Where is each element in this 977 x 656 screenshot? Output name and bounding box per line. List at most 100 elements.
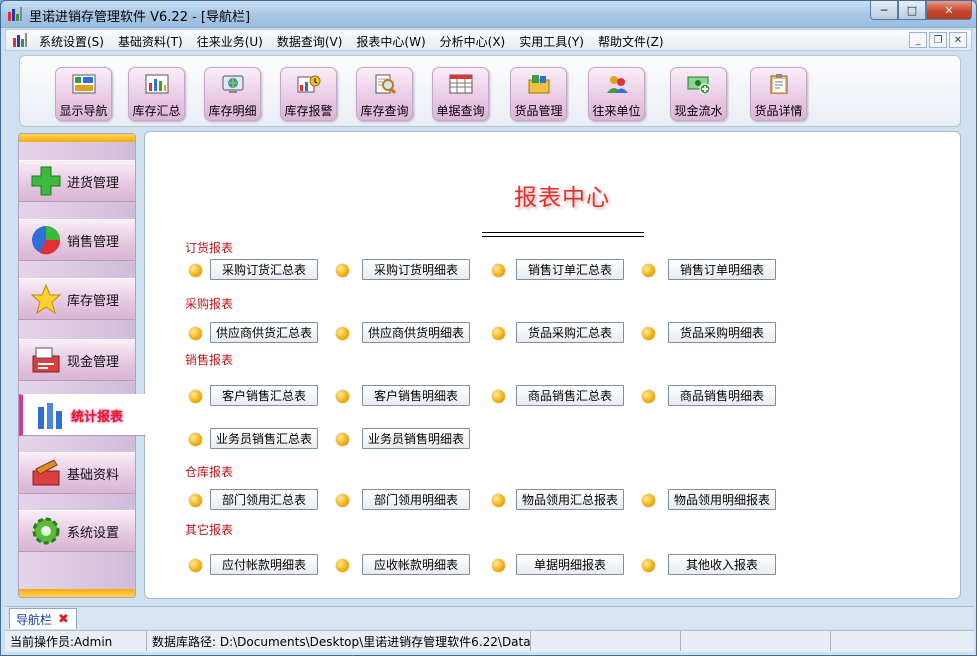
sidebar-item-cash[interactable]: 现金管理: [19, 339, 135, 381]
toolbar-goods-manage-button[interactable]: 货品管理: [510, 67, 567, 121]
status-panel-empty: [531, 631, 681, 651]
menu-help[interactable]: 帮助文件(Z): [598, 33, 664, 50]
toolbar-doc-query-button[interactable]: 单据查询: [432, 67, 489, 121]
bar-stats-icon: [33, 398, 67, 432]
status-panel-empty: [681, 631, 831, 651]
bullet-icon: [336, 327, 349, 340]
mdi-minimize-button[interactable]: _: [909, 32, 927, 48]
menu-app-icon[interactable]: [12, 33, 28, 47]
report-button[interactable]: 业务员销售明细表: [362, 428, 470, 449]
close-button[interactable]: ✕: [926, 1, 972, 20]
sidebar-item-basic-data[interactable]: 基础资料: [19, 452, 135, 494]
report-button[interactable]: 物品领用明细报表: [668, 489, 776, 510]
bullet-icon: [336, 390, 349, 403]
toolbar-stock-detail-button[interactable]: 库存明细: [204, 67, 261, 121]
status-operator: 当前操作员:Admin: [5, 631, 147, 651]
tab-navigation[interactable]: 导航栏 ✖: [9, 608, 77, 629]
section-label-warehouse: 仓库报表: [185, 465, 234, 479]
bullet-icon: [336, 433, 349, 446]
toolbar-contacts-button[interactable]: 往来单位: [588, 67, 645, 121]
bullet-icon: [189, 494, 202, 507]
bullet-icon: [336, 494, 349, 507]
bullet-icon: [642, 494, 655, 507]
cash-register-icon: [29, 343, 63, 377]
toolbar-cash-flow-button[interactable]: 现金流水: [670, 67, 727, 121]
mdi-restore-button[interactable]: ❐: [929, 32, 947, 48]
bullet-icon: [189, 390, 202, 403]
bullet-icon: [492, 264, 505, 277]
report-button[interactable]: 物品领用汇总报表: [516, 489, 624, 510]
report-button[interactable]: 供应商供货明细表: [362, 322, 470, 343]
sidebar-item-inventory[interactable]: 库存管理: [19, 278, 135, 320]
menu-bar: 系统设置(S) 基础资料(T) 往来业务(U) 数据查询(V) 报表中心(W) …: [5, 29, 972, 51]
report-button[interactable]: 其他收入报表: [668, 554, 776, 575]
report-button[interactable]: 客户销售明细表: [362, 385, 470, 406]
section-label-order: 订货报表: [185, 241, 234, 255]
sidebar-item-reports[interactable]: 统计报表: [19, 394, 146, 436]
bullet-icon: [336, 264, 349, 277]
globe-monitor-icon: [220, 73, 246, 95]
minimize-button[interactable]: ─: [870, 1, 898, 20]
menu-tools[interactable]: 实用工具(Y): [519, 33, 584, 50]
maximize-button[interactable]: □: [898, 1, 926, 20]
bullet-icon: [642, 327, 655, 340]
section-label-purchase: 采购报表: [185, 297, 234, 311]
bullet-icon: [642, 264, 655, 277]
gear-icon: [29, 514, 63, 548]
status-db-path: 数据库路径: D:\Documents\Desktop\里诺进销存管理软件6.2…: [147, 631, 531, 651]
section-label-sales: 销售报表: [185, 353, 234, 367]
report-button[interactable]: 应付帐款明细表: [210, 554, 318, 575]
toolbar-show-nav-button[interactable]: 显示导航: [55, 67, 112, 121]
bullet-icon: [336, 559, 349, 572]
report-button[interactable]: 销售订单明细表: [668, 259, 776, 280]
navigation-grid-icon: [71, 73, 97, 95]
menu-report-center[interactable]: 报表中心(W): [356, 33, 425, 50]
toolbox-icon: [29, 456, 63, 490]
toolbar-stock-summary-button[interactable]: 库存汇总: [128, 67, 185, 121]
menu-system-settings[interactable]: 系统设置(S): [39, 33, 104, 50]
bullet-icon: [189, 264, 202, 277]
sidebar-bottom-bar: [19, 589, 135, 597]
sidebar-top-bar: [19, 134, 135, 142]
report-button[interactable]: 供应商供货汇总表: [210, 322, 318, 343]
report-button[interactable]: 部门领用汇总表: [210, 489, 318, 510]
report-button[interactable]: 应收帐款明细表: [362, 554, 470, 575]
toolbar-stock-query-button[interactable]: 库存查询: [356, 67, 413, 121]
report-button[interactable]: 采购订货明细表: [362, 259, 470, 280]
menu-data-query[interactable]: 数据查询(V): [277, 33, 343, 50]
bullet-icon: [492, 327, 505, 340]
toolbar-goods-detail-button[interactable]: 货品详情: [750, 67, 807, 121]
sidebar-item-purchase[interactable]: 进货管理: [19, 160, 135, 202]
app-logo-icon: [8, 7, 22, 21]
green-plus-icon: [29, 164, 63, 198]
report-button[interactable]: 客户销售汇总表: [210, 385, 318, 406]
report-button[interactable]: 部门领用明细表: [362, 489, 470, 510]
toolbar-stock-alarm-button[interactable]: 库存报警: [280, 67, 337, 121]
bar-chart-icon: [144, 73, 170, 95]
tab-close-icon[interactable]: ✖: [58, 612, 69, 627]
mdi-close-button[interactable]: ✕: [949, 32, 967, 48]
menu-analysis-center[interactable]: 分析中心(X): [440, 33, 506, 50]
report-button[interactable]: 货品采购明细表: [668, 322, 776, 343]
report-button[interactable]: 商品销售明细表: [668, 385, 776, 406]
menu-business[interactable]: 往来业务(U): [197, 33, 263, 50]
alarm-chart-icon: [296, 73, 322, 95]
report-button[interactable]: 单据明细报表: [516, 554, 624, 575]
title-bar[interactable]: 里诺进销存管理软件 V6.22 - [导航栏] ─ □ ✕: [1, 1, 976, 28]
report-button[interactable]: 货品采购汇总表: [516, 322, 624, 343]
report-button[interactable]: 业务员销售汇总表: [210, 428, 318, 449]
sidebar-item-sales[interactable]: 销售管理: [19, 219, 135, 261]
report-button[interactable]: 采购订货汇总表: [210, 259, 318, 280]
table-form-icon: [448, 73, 474, 95]
toolbar: 显示导航 库存汇总 库存明细 库存报警 库存查询 单据查询 货品管理 往来单位: [19, 55, 961, 127]
report-button[interactable]: 销售订单汇总表: [516, 259, 624, 280]
title-divider: [482, 232, 644, 237]
magnifier-document-icon: [372, 73, 398, 95]
nav-sidebar: 进货管理 销售管理 库存管理 现金管理 统计报表 基础资料 系统设置: [18, 133, 146, 598]
window-title: 里诺进销存管理软件 V6.22 - [导航栏]: [29, 10, 251, 25]
sidebar-item-system-settings[interactable]: 系统设置: [19, 510, 135, 552]
document-tab-bar: 导航栏 ✖: [5, 606, 974, 629]
report-button[interactable]: 商品销售汇总表: [516, 385, 624, 406]
cash-icon: [686, 73, 712, 95]
menu-basic-data[interactable]: 基础资料(T): [118, 33, 183, 50]
